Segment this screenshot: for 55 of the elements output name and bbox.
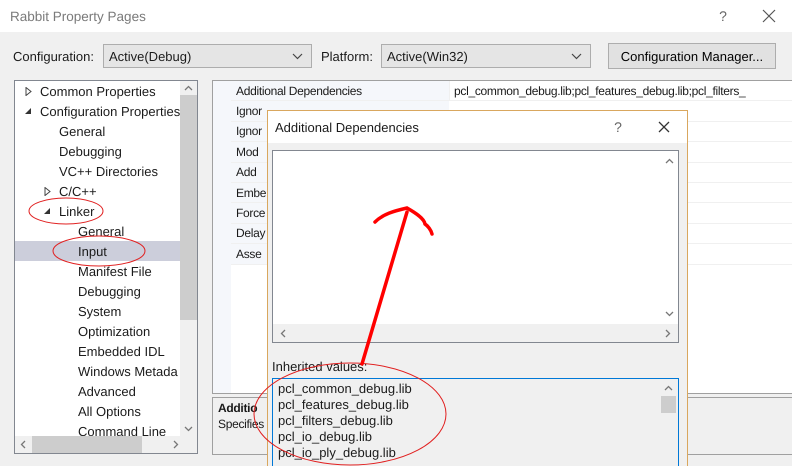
scroll-left-icon[interactable] bbox=[19, 440, 28, 449]
collapsed-icon[interactable] bbox=[44, 186, 51, 196]
configuration-label: Configuration: bbox=[13, 48, 94, 64]
tree-item[interactable]: General bbox=[15, 121, 180, 141]
scrollbar-thumb[interactable] bbox=[180, 95, 197, 320]
scroll-up-icon[interactable] bbox=[665, 157, 674, 166]
scroll-down-icon[interactable] bbox=[665, 309, 674, 318]
tree-item[interactable]: Windows Metada bbox=[15, 361, 180, 381]
scroll-right-icon[interactable] bbox=[663, 328, 672, 338]
property-name[interactable]: Additional Dependencies bbox=[231, 81, 449, 100]
scroll-right-icon[interactable] bbox=[171, 440, 180, 449]
tree-item[interactable]: System bbox=[15, 301, 180, 321]
tree-item[interactable]: VC++ Directories bbox=[15, 161, 180, 181]
horizontal-scrollbar[interactable] bbox=[15, 436, 197, 453]
collapsed-icon[interactable] bbox=[25, 86, 32, 96]
expanded-icon[interactable] bbox=[44, 208, 51, 214]
scroll-down-icon[interactable] bbox=[184, 424, 193, 433]
tree-item[interactable]: Linker bbox=[15, 201, 180, 221]
close-icon bbox=[762, 9, 776, 23]
help-button[interactable]: ? bbox=[700, 1, 746, 31]
expanded-icon[interactable] bbox=[25, 108, 32, 114]
scrollbar-thumb[interactable] bbox=[661, 396, 676, 413]
tree-item[interactable]: C/C++ bbox=[15, 181, 180, 201]
window-title: Rabbit Property Pages bbox=[10, 8, 147, 24]
tree-item[interactable]: Command Line bbox=[15, 421, 180, 436]
scrollbar-thumb[interactable] bbox=[32, 436, 142, 453]
tree-item[interactable]: Common Properties bbox=[15, 81, 180, 101]
inherited-values-label: Inherited values: bbox=[272, 359, 368, 376]
property-value[interactable]: pcl_common_debug.lib;pcl_features_debug.lib;pcl_filters_ bbox=[449, 81, 792, 100]
tree-item[interactable]: Optimization bbox=[15, 321, 180, 341]
tree-item[interactable]: Input bbox=[15, 241, 180, 261]
vertical-scrollbar[interactable] bbox=[180, 81, 197, 436]
tree-item[interactable]: Manifest File bbox=[15, 261, 180, 281]
list-item: pcl_io_debug.lib bbox=[278, 429, 373, 445]
close-icon bbox=[658, 121, 670, 133]
platform-dropdown[interactable]: Active(Win32) bbox=[380, 44, 591, 68]
configuration-dropdown[interactable]: Active(Debug) bbox=[102, 44, 312, 68]
platform-label: Platform: bbox=[320, 48, 373, 64]
tree-item[interactable]: Debugging bbox=[15, 281, 180, 301]
list-item: pcl_features_debug.lib bbox=[278, 397, 410, 413]
tree-item[interactable]: Advanced bbox=[15, 381, 180, 401]
tree-item[interactable]: Embedded IDL bbox=[15, 341, 180, 361]
list-item: pcl_common_debug.lib bbox=[278, 381, 413, 397]
configuration-manager-button[interactable]: Configuration Manager... bbox=[608, 43, 776, 69]
scroll-up-icon[interactable] bbox=[184, 84, 193, 93]
tree-item[interactable]: Debugging bbox=[15, 141, 180, 161]
tree-item[interactable]: General bbox=[15, 221, 180, 241]
dialog-title: Additional Dependencies bbox=[275, 120, 420, 134]
scroll-up-icon[interactable] bbox=[664, 384, 673, 393]
tree-item[interactable]: All Options bbox=[15, 401, 180, 421]
scroll-left-icon[interactable] bbox=[279, 328, 288, 338]
text-area[interactable] bbox=[272, 150, 679, 343]
help-button[interactable]: ? bbox=[595, 112, 641, 142]
tree-item[interactable]: Configuration Properties bbox=[15, 101, 180, 121]
list-item: pcl_filters_debug.lib bbox=[278, 413, 394, 429]
